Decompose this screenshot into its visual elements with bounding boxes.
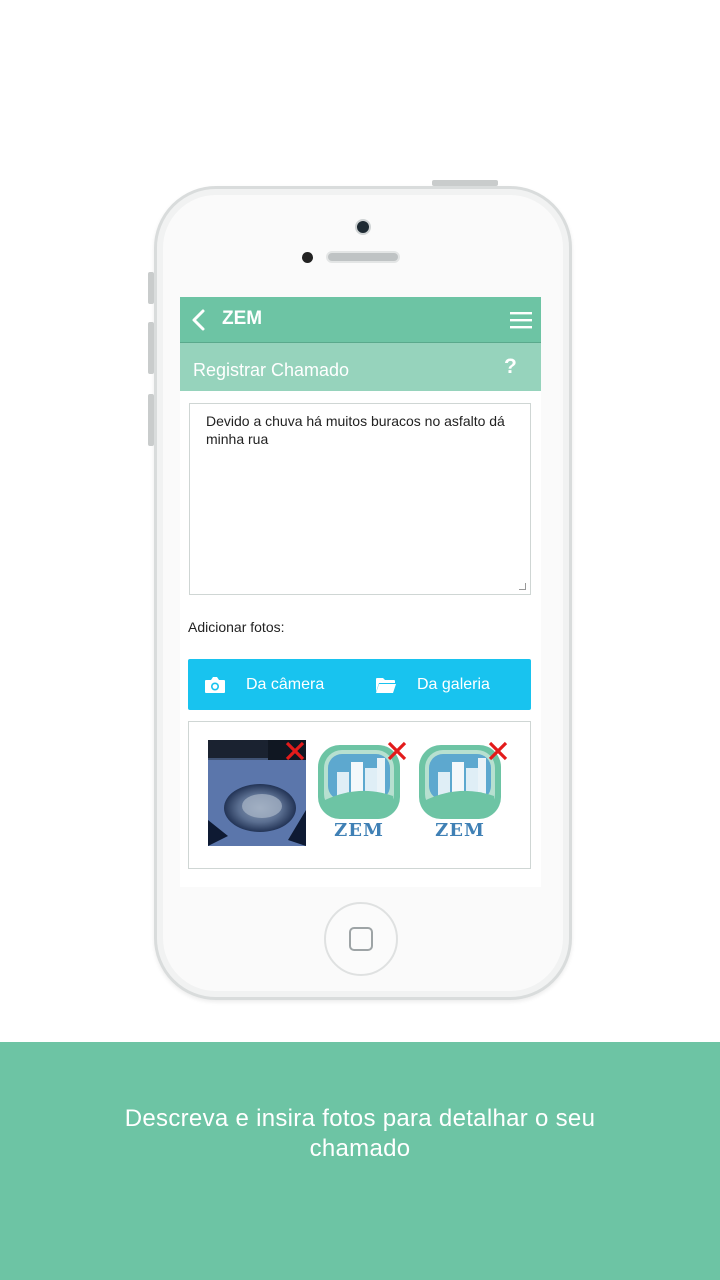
page-header: Registrar Chamado ?: [180, 343, 541, 391]
phone-volume-down: [148, 394, 154, 446]
phone-power-button: [432, 180, 498, 186]
zem-logo-text: ZEM: [435, 820, 485, 841]
phone-silent-switch: [148, 272, 154, 304]
gallery-button-label: Da galeria: [417, 675, 490, 693]
camera-icon: [205, 676, 225, 693]
remove-photo-1-icon[interactable]: [284, 740, 306, 762]
home-button-icon: [349, 927, 373, 951]
resize-grip-icon[interactable]: [519, 583, 526, 590]
remove-photo-2-icon[interactable]: [386, 740, 408, 762]
photo-gallery: ZEM ZEM: [188, 721, 531, 869]
front-camera: [355, 219, 371, 235]
zem-logo-text: ZEM: [334, 820, 384, 841]
help-icon[interactable]: ?: [504, 355, 517, 379]
gallery-button[interactable]: Da galeria: [375, 659, 490, 710]
camera-button-label: Da câmera: [246, 675, 325, 693]
description-text: Devido a chuva há muitos buracos no asfa…: [206, 413, 505, 447]
description-textarea[interactable]: Devido a chuva há muitos buracos no asfa…: [189, 403, 531, 595]
proximity-sensor: [302, 252, 313, 263]
footer-banner: Descreva e insira fotos para detalhar o …: [0, 1042, 720, 1280]
remove-photo-3-icon[interactable]: [487, 740, 509, 762]
page-title: Registrar Chamado: [193, 360, 350, 380]
app-title: ZEM: [222, 308, 263, 329]
app-screen: ZEM Registrar Chamado ? Devido a chuva h…: [180, 297, 541, 887]
back-arrow-icon[interactable]: [188, 308, 212, 332]
earpiece-speaker: [326, 251, 400, 263]
folder-icon: [376, 677, 396, 693]
app-header: ZEM: [180, 297, 541, 343]
camera-button[interactable]: Da câmera: [204, 659, 324, 710]
hamburger-menu-icon[interactable]: [510, 311, 532, 329]
footer-caption: Descreva e insira fotos para detalhar o …: [124, 1105, 596, 1162]
phone-volume-up: [148, 322, 154, 374]
add-photo-bar: Da câmera Da galeria: [188, 659, 531, 710]
add-photos-label: Adicionar fotos:: [188, 619, 285, 635]
